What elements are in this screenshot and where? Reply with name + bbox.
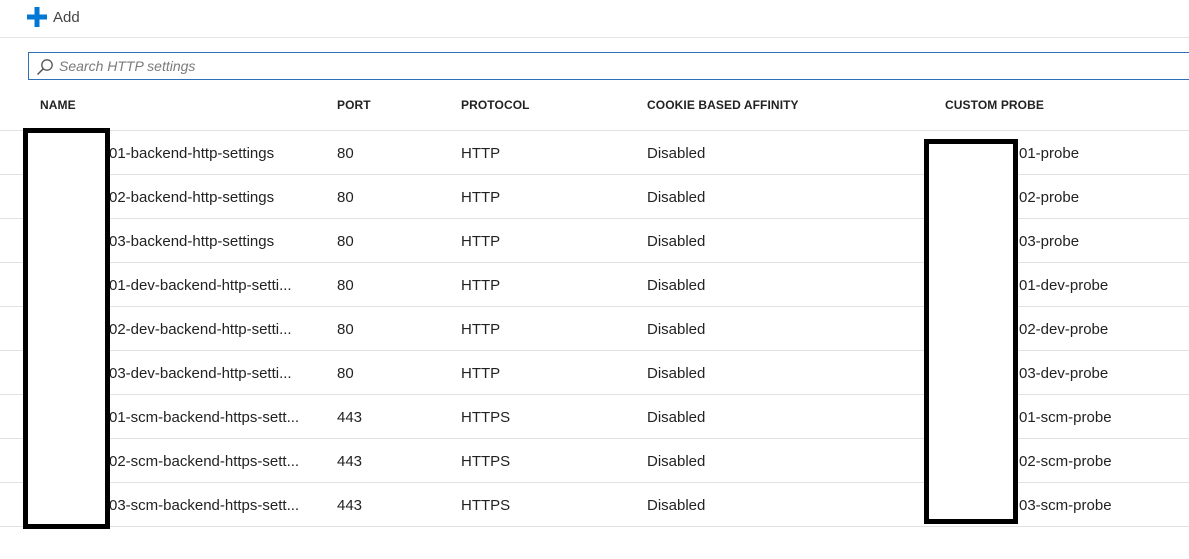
cell-protocol: HTTP [461, 189, 501, 206]
cell-name: 02-backend-http-settings [109, 189, 275, 206]
toolbar: Add [0, 0, 1189, 38]
add-button-label: Add [53, 8, 80, 26]
cell-name: 01-backend-http-settings [109, 145, 275, 162]
cell-probe: 02-probe [1019, 189, 1080, 206]
cell-probe: 01-dev-probe [1019, 277, 1109, 294]
cell-protocol: HTTP [461, 145, 501, 162]
column-header-protocol[interactable]: PROTOCOL [461, 98, 530, 112]
column-header-custom-probe[interactable]: CUSTOM PROBE [945, 98, 1044, 112]
cell-port: 443 [337, 497, 363, 514]
cell-port: 80 [337, 145, 354, 162]
cell-port: 80 [337, 365, 354, 382]
cell-affinity: Disabled [647, 233, 706, 250]
cell-affinity: Disabled [647, 277, 706, 294]
cell-protocol: HTTP [461, 233, 501, 250]
cell-probe: 01-probe [1019, 145, 1080, 162]
cell-protocol: HTTP [461, 277, 501, 294]
cell-probe: 02-dev-probe [1019, 321, 1109, 338]
search-input[interactable] [59, 53, 1159, 79]
cell-protocol: HTTP [461, 321, 501, 338]
cell-port: 80 [337, 277, 354, 294]
cell-port: 443 [337, 409, 363, 426]
cell-affinity: Disabled [647, 453, 706, 470]
cell-name: 03-scm-backend-https-sett... [109, 497, 300, 514]
column-header-port[interactable]: PORT [337, 98, 371, 112]
cell-probe: 03-scm-probe [1019, 497, 1112, 514]
cell-port: 80 [337, 189, 354, 206]
cell-protocol: HTTPS [461, 453, 511, 470]
cell-probe: 02-scm-probe [1019, 453, 1112, 470]
table-header: NAME PORT PROTOCOL COOKIE BASED AFFINITY… [0, 88, 1189, 131]
plus-icon [27, 7, 47, 27]
cell-affinity: Disabled [647, 409, 706, 426]
cell-protocol: HTTPS [461, 409, 511, 426]
cell-protocol: HTTP [461, 365, 501, 382]
cell-affinity: Disabled [647, 365, 706, 382]
cell-port: 80 [337, 233, 354, 250]
cell-affinity: Disabled [647, 321, 706, 338]
search-box[interactable] [28, 52, 1189, 80]
cell-affinity: Disabled [647, 497, 706, 514]
column-header-cookie-affinity[interactable]: COOKIE BASED AFFINITY [647, 98, 799, 112]
cell-name: 01-scm-backend-https-sett... [109, 409, 300, 426]
redaction-box [23, 128, 110, 529]
cell-name: 01-dev-backend-http-setti... [109, 277, 292, 294]
cell-probe: 03-dev-probe [1019, 365, 1109, 382]
cell-port: 80 [337, 321, 354, 338]
cell-protocol: HTTPS [461, 497, 511, 514]
cell-affinity: Disabled [647, 145, 706, 162]
add-button[interactable]: Add [27, 4, 80, 30]
cell-name: 02-dev-backend-http-setti... [109, 321, 292, 338]
cell-probe: 01-scm-probe [1019, 409, 1112, 426]
column-header-name[interactable]: NAME [40, 98, 76, 112]
cell-name: 02-scm-backend-https-sett... [109, 453, 300, 470]
cell-name: 03-backend-http-settings [109, 233, 275, 250]
cell-port: 443 [337, 453, 363, 470]
search-icon [36, 59, 53, 76]
cell-name: 03-dev-backend-http-setti... [109, 365, 292, 382]
cell-affinity: Disabled [647, 189, 706, 206]
redaction-box [924, 139, 1018, 524]
cell-probe: 03-probe [1019, 233, 1080, 250]
